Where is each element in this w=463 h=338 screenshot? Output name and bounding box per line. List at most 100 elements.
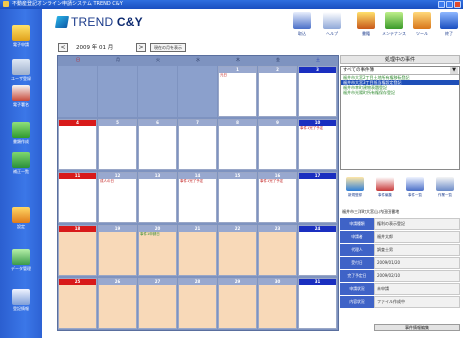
calendar-day[interactable]: 29 xyxy=(218,278,257,329)
edit-case-info-button[interactable]: 事件情報編集 xyxy=(374,324,460,331)
calendar-day[interactable]: 1 元日 xyxy=(218,66,257,117)
sidebar-item-register[interactable]: 登記情報 xyxy=(3,289,39,312)
sidebar-item-send[interactable]: 電子申請 xyxy=(3,25,39,48)
sidebar-item-label: 書類作成 xyxy=(13,139,29,144)
new-case-button[interactable]: 新規登録 xyxy=(342,177,369,205)
calendar-day[interactable]: 19 xyxy=(98,225,137,276)
calendar-day[interactable]: 7 xyxy=(178,119,217,170)
sidebar-item-sign[interactable]: 電子署名 xyxy=(3,85,39,108)
calendar-day[interactable]: 9 xyxy=(258,119,297,170)
detail-label: 内容状況 xyxy=(340,296,374,308)
minimize-button[interactable] xyxy=(438,1,445,8)
day-number: 27 xyxy=(139,279,176,285)
day-number: 22 xyxy=(219,226,256,232)
task-list-button[interactable]: 作業一覧 xyxy=(432,177,459,205)
edit-case-button[interactable]: 事件編集 xyxy=(372,177,399,205)
weekday-header: 日月火水木金土 xyxy=(58,56,338,64)
day-number: 13 xyxy=(139,173,176,179)
calendar-day[interactable]: 31 xyxy=(298,278,337,329)
calendar-event[interactable]: 元日 xyxy=(219,73,256,78)
day-number: 4 xyxy=(59,120,96,126)
weekday-label: 日 xyxy=(76,57,80,62)
app-icon xyxy=(3,1,9,7)
detail-label: 申請者 xyxy=(340,231,374,243)
logo-mark-icon xyxy=(54,16,70,28)
weekday-label: 水 xyxy=(196,57,200,62)
calendar-day[interactable]: 26 xyxy=(98,278,137,329)
maintenance-icon xyxy=(385,12,403,29)
calendar-day[interactable]: 21 xyxy=(178,225,217,276)
calendar-week: 1 元日 2 3 xyxy=(58,65,338,117)
calendar-day[interactable]: 6 xyxy=(138,119,177,170)
calendar-day[interactable]: 2 xyxy=(258,66,297,117)
calendar-day[interactable]: 8 xyxy=(218,119,257,170)
calendar-event[interactable]: 事件1完了予定 xyxy=(179,179,216,184)
detail-row: 受付日 2009/01/20 xyxy=(340,257,460,269)
title-bar: 不動産登記オンライン申請システム TREND C&Y xyxy=(0,0,463,9)
prev-month-button[interactable]: < xyxy=(58,42,68,52)
calendar-day[interactable]: 22 xyxy=(218,225,257,276)
dropdown-arrow-icon[interactable]: ▼ xyxy=(450,67,458,74)
calendar-day[interactable]: 27 xyxy=(138,278,177,329)
toolbar-help-button[interactable]: ヘルプ xyxy=(320,12,344,40)
calendar-day[interactable]: 18 xyxy=(58,225,97,276)
month-navigation: < 2009 年 01 月 > 現在の月を表示 xyxy=(58,42,186,52)
calendar-day[interactable]: 23 xyxy=(258,225,297,276)
day-number: 29 xyxy=(219,279,256,285)
process-list-item[interactable]: 福井市光陽町所有権保存登記 xyxy=(341,90,459,95)
month-label: 2009 年 01 月 xyxy=(76,45,114,51)
calendar-week: 4 5 6 7 8 9 10 事件1完了予定 xyxy=(58,118,338,170)
calendar-day[interactable]: 5 xyxy=(98,119,137,170)
next-month-button[interactable]: > xyxy=(136,42,146,52)
day-number: 2 xyxy=(259,67,296,73)
calendar-day[interactable]: 30 xyxy=(258,278,297,329)
register-icon xyxy=(12,289,30,305)
calendar-day[interactable]: 16 事件1完了予定 xyxy=(258,172,297,223)
logo-text: TREND xyxy=(71,15,114,29)
day-number: 17 xyxy=(299,173,336,179)
calendar-day[interactable]: 12 成人の日 xyxy=(98,172,137,223)
edit-icon xyxy=(376,177,394,191)
case-toolbar: 新規登録 事件編集 事件一覧 作業一覧 xyxy=(340,177,460,205)
calendar-day[interactable]: 17 xyxy=(298,172,337,223)
new-icon xyxy=(346,177,364,191)
toolbar-book-button[interactable]: 書籍 xyxy=(354,12,378,40)
toolbar-tool-button[interactable]: ツール xyxy=(410,12,434,40)
close-button[interactable] xyxy=(454,1,461,8)
detail-value: 福井太郎 xyxy=(374,231,460,243)
calendar-day[interactable]: 15 xyxy=(218,172,257,223)
toolbar-maintenance-button[interactable]: メンテナンス xyxy=(382,12,406,40)
sidebar-item-label: 電子申請 xyxy=(13,42,29,47)
case-list-button[interactable]: 事件一覧 xyxy=(402,177,429,205)
calendar-day[interactable]: 10 事件1完了予定 xyxy=(298,119,337,170)
calendar-day[interactable]: 11 xyxy=(58,172,97,223)
calendar-day[interactable]: 3 xyxy=(298,66,337,117)
calendar-day[interactable]: 13 xyxy=(138,172,177,223)
day-number: 26 xyxy=(99,279,136,285)
calendar-event[interactable]: 事件1申請日 xyxy=(139,232,176,237)
calendar-day[interactable]: 28 xyxy=(178,278,217,329)
current-month-button[interactable]: 現在の月を表示 xyxy=(150,42,186,52)
day-number: 21 xyxy=(179,226,216,232)
sidebar-item-settings[interactable]: 設定 xyxy=(3,207,39,230)
calendar-event[interactable]: 事件1完了予定 xyxy=(259,179,296,184)
calendar-event[interactable]: 成人の日 xyxy=(99,179,136,184)
calendar-day[interactable]: 20 事件1申請日 xyxy=(138,225,177,276)
sidebar-item-user[interactable]: ユーザ登録 xyxy=(3,59,39,82)
detail-value: 2009/02/10 xyxy=(374,270,460,282)
case-detail-table: 申請種類 権利の表示登記 申請者 福井太郎 代理人 調査士男 受付日 2009/01/20 完了… xyxy=(340,218,460,309)
sidebar-item-database[interactable]: データ管理 xyxy=(3,249,39,272)
calendar-day[interactable]: 4 xyxy=(58,119,97,170)
weekday-label: 火 xyxy=(156,57,160,62)
calendar-event[interactable]: 事件1完了予定 xyxy=(299,126,336,131)
process-filter-select[interactable]: すべての事件簿 ▼ xyxy=(341,67,459,75)
sidebar-item-list[interactable]: 補正一覧 xyxy=(3,152,39,175)
calendar-day[interactable]: 25 xyxy=(58,278,97,329)
maximize-button[interactable] xyxy=(446,1,453,8)
detail-row: 申請者 福井太郎 xyxy=(340,231,460,243)
calendar-day[interactable]: 14 事件1完了予定 xyxy=(178,172,217,223)
calendar-day[interactable]: 24 xyxy=(298,225,337,276)
sidebar-item-document[interactable]: 書類作成 xyxy=(3,122,39,145)
toolbar-exit-button[interactable]: 終了 xyxy=(437,12,461,40)
toolbar-import-button[interactable]: 取込 xyxy=(290,12,314,40)
